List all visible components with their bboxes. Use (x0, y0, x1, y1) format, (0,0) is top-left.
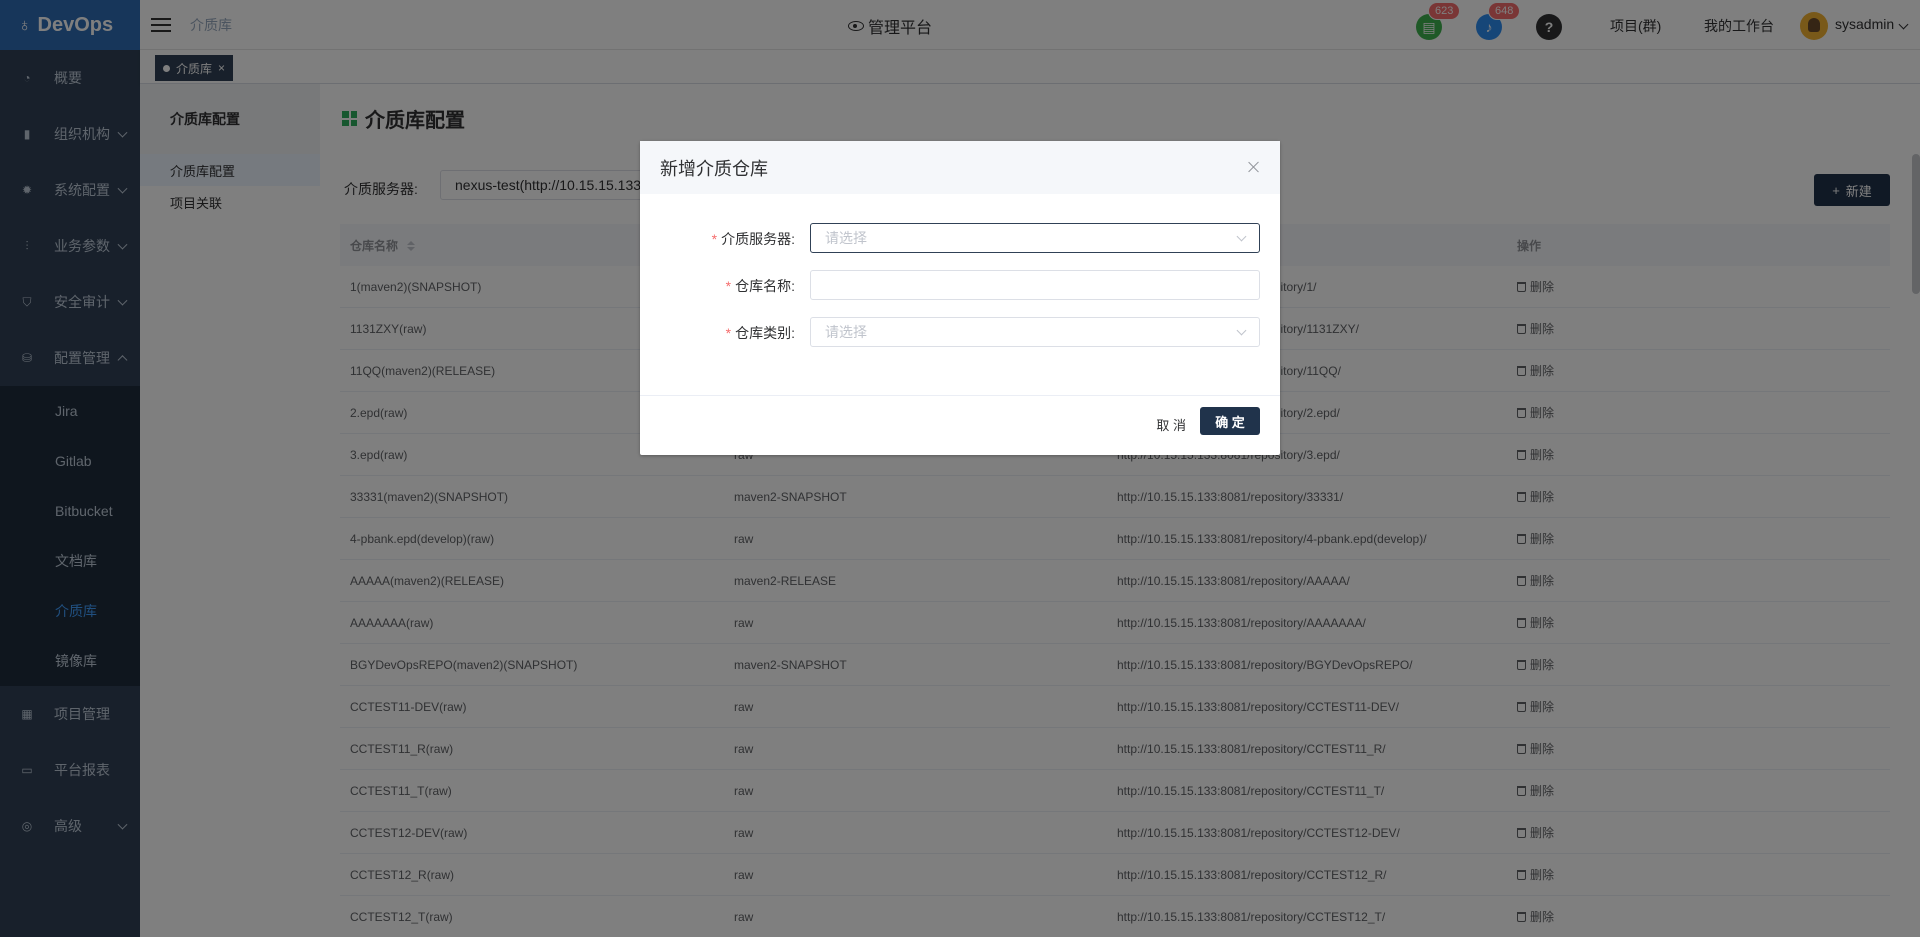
form-row-repo-name: * 仓库名称: (640, 270, 1280, 300)
confirm-button[interactable]: 确 定 (1200, 407, 1260, 435)
repo-name-field-label: * 仓库名称: (725, 278, 795, 294)
form-row-server: * 介质服务器: 请选择 (640, 223, 1280, 253)
repo-type-field-label: * 仓库类别: (725, 325, 795, 341)
form-row-repo-type: * 仓库类别: 请选择 (640, 317, 1280, 347)
dialog-title: 新增介质仓库 (660, 158, 768, 179)
server-field-label: * 介质服务器: (711, 231, 795, 247)
dialog-header: 新增介质仓库 (640, 141, 1280, 194)
chevron-down-icon (1236, 325, 1247, 336)
close-icon[interactable] (1248, 161, 1260, 173)
cancel-button[interactable]: 取 消 (1156, 415, 1186, 434)
server-select-field[interactable]: 请选择 (810, 223, 1260, 253)
dialog-footer: 取 消 确 定 (640, 395, 1280, 455)
chevron-down-icon (1236, 231, 1247, 242)
add-repository-dialog: 新增介质仓库 * 介质服务器: 请选择 * 仓库名称: * 仓库类别: 请选择 取 消… (640, 141, 1280, 455)
repo-name-input[interactable] (810, 270, 1260, 300)
repo-type-select-field[interactable]: 请选择 (810, 317, 1260, 347)
